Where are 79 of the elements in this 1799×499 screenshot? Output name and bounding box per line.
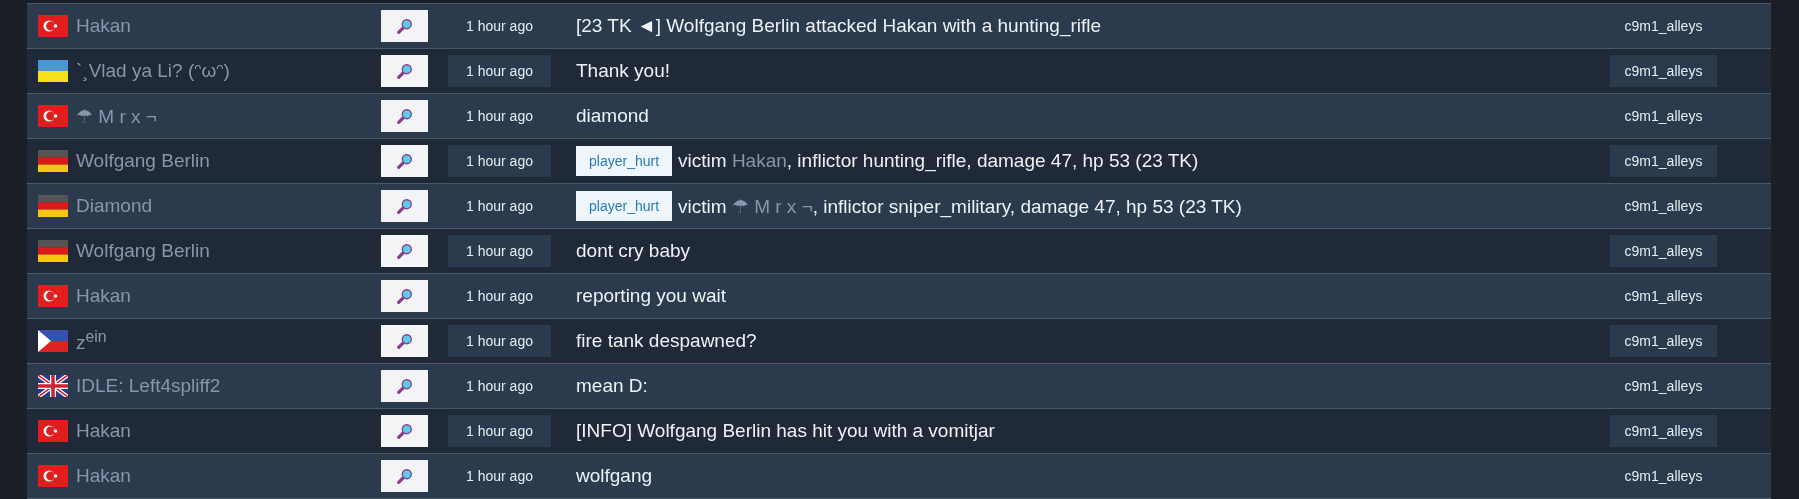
search-button[interactable]: [381, 55, 428, 87]
timestamp: 1 hour ago: [465, 287, 534, 306]
search-icon: [395, 152, 414, 170]
timestamp: 1 hour ago: [465, 197, 534, 216]
map-name: c9m1_alleys: [1610, 145, 1717, 177]
player-name[interactable]: Hakan: [76, 420, 131, 442]
chat-message: Thank you!: [576, 60, 670, 82]
map-name: c9m1_alleys: [1623, 287, 1704, 306]
chat-message: mean D:: [576, 375, 648, 397]
turkey-flag-icon: [38, 285, 68, 307]
turkey-flag-icon: [38, 105, 68, 127]
ukraine-flag-icon: [38, 60, 68, 82]
timestamp: 1 hour ago: [465, 467, 534, 486]
search-button[interactable]: [381, 190, 428, 222]
chat-message: diamond: [576, 105, 649, 127]
timestamp: 1 hour ago: [448, 415, 551, 447]
map-name: c9m1_alleys: [1623, 197, 1704, 216]
search-button[interactable]: [381, 235, 428, 267]
map-name: c9m1_alleys: [1610, 415, 1717, 447]
chat-message: victim Hakan, inflictor hunting_rifle, damage 47, hp 53 (23 TK): [678, 150, 1199, 172]
map-name: c9m1_alleys: [1623, 377, 1704, 396]
turkey-flag-icon: [38, 420, 68, 442]
player-name[interactable]: Diamond: [76, 195, 153, 217]
chat-message: victim ☂ M r x ¬, inflictor sniper_military, damage 47, hp 53 (23 TK): [678, 194, 1242, 218]
philippines-flag-icon: [38, 330, 68, 352]
player-name[interactable]: Hakan: [76, 465, 131, 487]
search-button[interactable]: [381, 100, 428, 132]
player-name[interactable]: z$^{ein}$: [76, 327, 107, 355]
map-name: c9m1_alleys: [1623, 107, 1704, 126]
player-name[interactable]: Hakan: [76, 15, 131, 37]
chat-message: dont cry baby: [576, 240, 691, 262]
map-name: c9m1_alleys: [1623, 467, 1704, 486]
search-icon: [395, 242, 414, 260]
search-button[interactable]: [381, 280, 428, 312]
event-tag: player_hurt: [576, 146, 673, 176]
map-name: c9m1_alleys: [1610, 235, 1717, 267]
event-tag: player_hurt: [576, 191, 673, 221]
search-icon: [395, 287, 414, 305]
germany-flag-icon: [38, 150, 68, 172]
timestamp: 1 hour ago: [465, 377, 534, 396]
timestamp: 1 hour ago: [448, 55, 551, 87]
search-icon: [395, 467, 414, 485]
player-name[interactable]: Wolfgang Berlin: [76, 150, 210, 172]
germany-flag-icon: [38, 240, 68, 262]
search-icon: [395, 377, 414, 395]
search-icon: [395, 422, 414, 440]
search-button[interactable]: [381, 370, 428, 402]
timestamp: 1 hour ago: [448, 235, 551, 267]
search-icon: [395, 62, 414, 80]
chat-message: reporting you wait: [576, 285, 726, 307]
search-button[interactable]: [381, 10, 428, 42]
turkey-flag-icon: [38, 15, 68, 37]
chat-message: [23 TK ◄] Wolfgang Berlin attacked Hakan with a hunting_rifle: [576, 15, 1102, 37]
player-name[interactable]: IDLE: Left4spliff2: [76, 375, 221, 397]
search-button[interactable]: [381, 145, 428, 177]
search-button[interactable]: [381, 460, 428, 492]
search-icon: [395, 197, 414, 215]
search-icon: [395, 332, 414, 350]
germany-flag-icon: [38, 195, 68, 217]
search-icon: [395, 107, 414, 125]
player-name[interactable]: Wolfgang Berlin: [76, 240, 210, 262]
chat-message: wolfgang: [576, 465, 653, 487]
timestamp: 1 hour ago: [465, 17, 534, 36]
player-name[interactable]: `¸Vlad ya Li? (ᵔωᵔ): [76, 60, 230, 82]
timestamp: 1 hour ago: [465, 107, 534, 126]
search-icon: [395, 17, 414, 35]
player-name[interactable]: ☂ M r x ¬: [76, 104, 157, 128]
map-name: c9m1_alleys: [1610, 325, 1717, 357]
map-name: c9m1_alleys: [1623, 17, 1704, 36]
timestamp: 1 hour ago: [448, 325, 551, 357]
player-name[interactable]: Hakan: [76, 285, 131, 307]
uk-flag-icon: [38, 375, 68, 397]
search-button[interactable]: [381, 325, 428, 357]
timestamp: 1 hour ago: [448, 145, 551, 177]
chat-message: [INFO] Wolfgang Berlin has hit you with a vomitjar: [576, 420, 995, 442]
turkey-flag-icon: [38, 465, 68, 487]
chat-message: fire tank despawned?: [576, 330, 757, 352]
map-name: c9m1_alleys: [1610, 55, 1717, 87]
search-button[interactable]: [381, 415, 428, 447]
